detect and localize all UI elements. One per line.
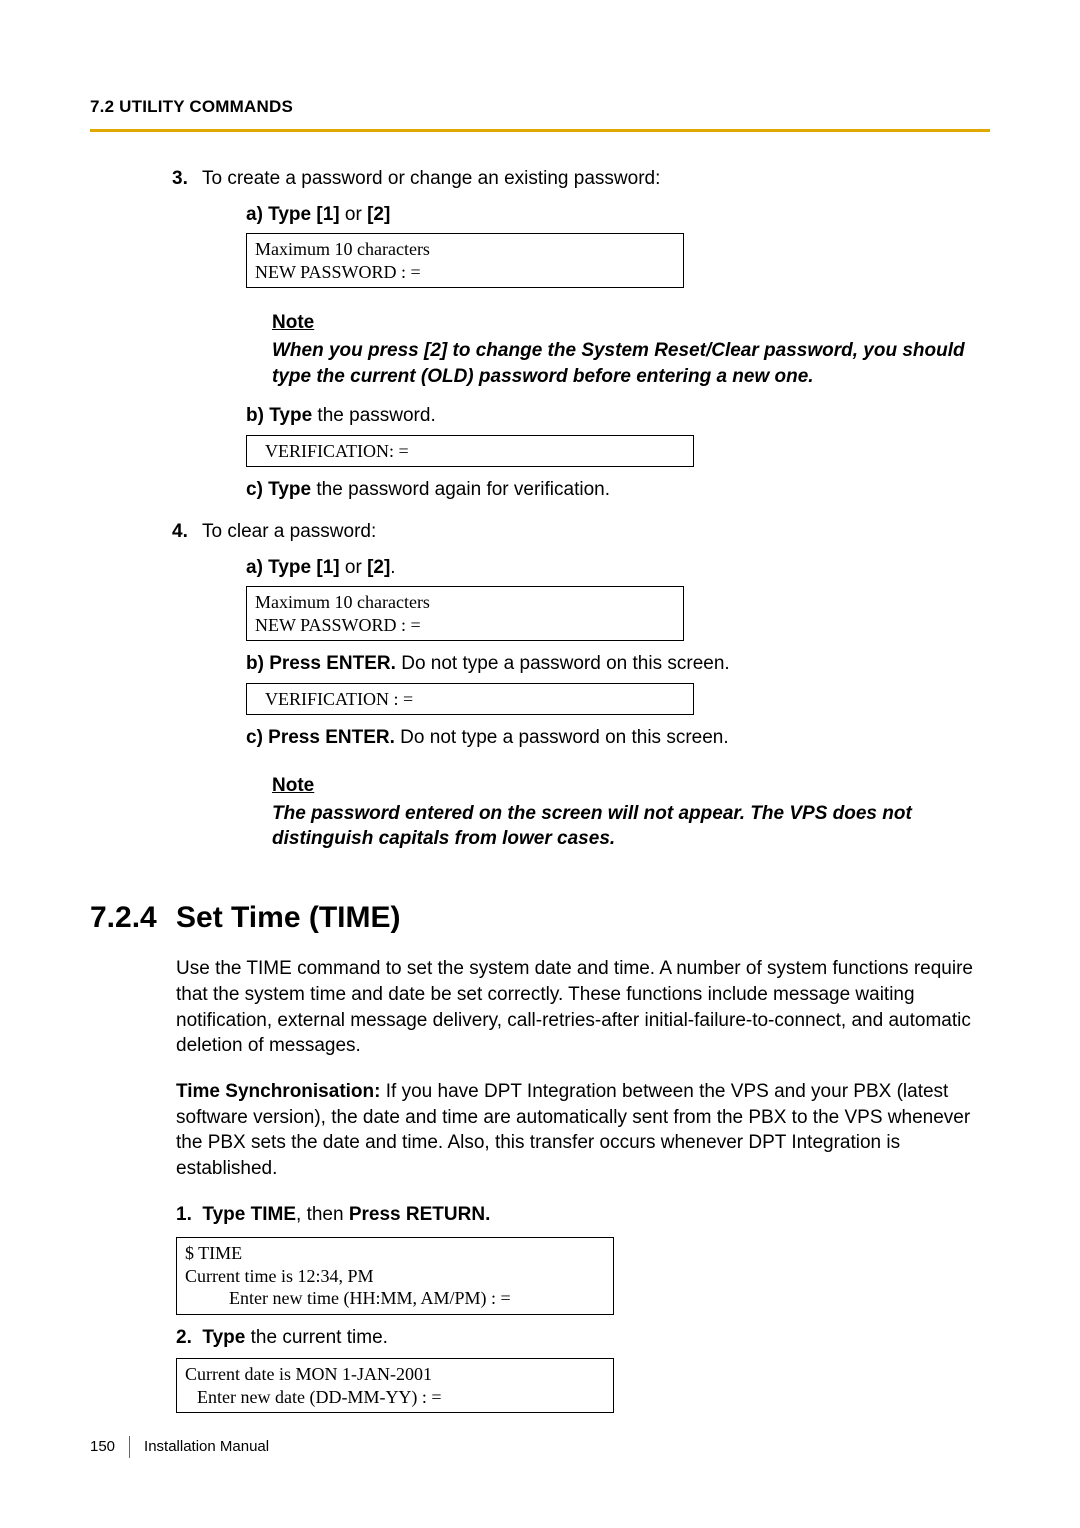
time-step-1: 1. Type TIME, then Press RETURN. — [176, 1202, 990, 1228]
screen-box: $ TIME Current time is 12:34, PM Enter n… — [176, 1237, 614, 1315]
step-number: 4. — [172, 519, 202, 852]
step-4: 4. To clear a password: a) Type [1] or [… — [90, 519, 990, 852]
screen-box: VERIFICATION : = — [246, 683, 694, 716]
step3-b: b) Type the password. — [246, 403, 990, 429]
section-number: 7.2.4 — [90, 898, 176, 939]
page-number: 150 — [90, 1437, 115, 1457]
step-number: 3. — [172, 166, 202, 509]
note-heading: Note — [272, 310, 990, 336]
running-head: 7.2 UTILITY COMMANDS — [90, 96, 990, 119]
footer-label: Installation Manual — [144, 1437, 269, 1457]
screen-box: Current date is MON 1-JAN-2001 Enter new… — [176, 1358, 614, 1413]
step4-a: a) Type [1] or [2]. — [246, 555, 990, 581]
screen-box: Maximum 10 characters NEW PASSWORD : = — [246, 586, 684, 641]
section-paragraph: Use the TIME command to set the system d… — [176, 956, 990, 1059]
screen-box: Maximum 10 characters NEW PASSWORD : = — [246, 233, 684, 288]
note-body: When you press [2] to change the System … — [272, 338, 990, 389]
step-intro: To clear a password: — [202, 521, 376, 542]
note-heading: Note — [272, 773, 990, 799]
step4-b: b) Press ENTER. Do not type a password o… — [246, 651, 990, 677]
section-name: Set Time (TIME) — [176, 898, 400, 939]
page-footer: 150 Installation Manual — [90, 1436, 269, 1458]
time-step-2: 2. Type the current time. — [176, 1325, 990, 1351]
note-body: The password entered on the screen will … — [272, 801, 990, 852]
step4-c: c) Press ENTER. Do not type a password o… — [246, 725, 990, 751]
section-paragraph: Time Synchronisation: If you have DPT In… — [176, 1079, 990, 1182]
step3-c: c) Type the password again for verificat… — [246, 477, 990, 503]
header-rule — [90, 129, 990, 132]
section-heading: 7.2.4 Set Time (TIME) — [90, 898, 990, 939]
screen-box: VERIFICATION: = — [246, 435, 694, 468]
step-intro: To create a password or change an existi… — [202, 168, 660, 189]
step3-a: a) Type [1] or [2] — [246, 202, 990, 228]
step-3: 3. To create a password or change an exi… — [90, 166, 990, 509]
footer-divider — [129, 1436, 130, 1458]
